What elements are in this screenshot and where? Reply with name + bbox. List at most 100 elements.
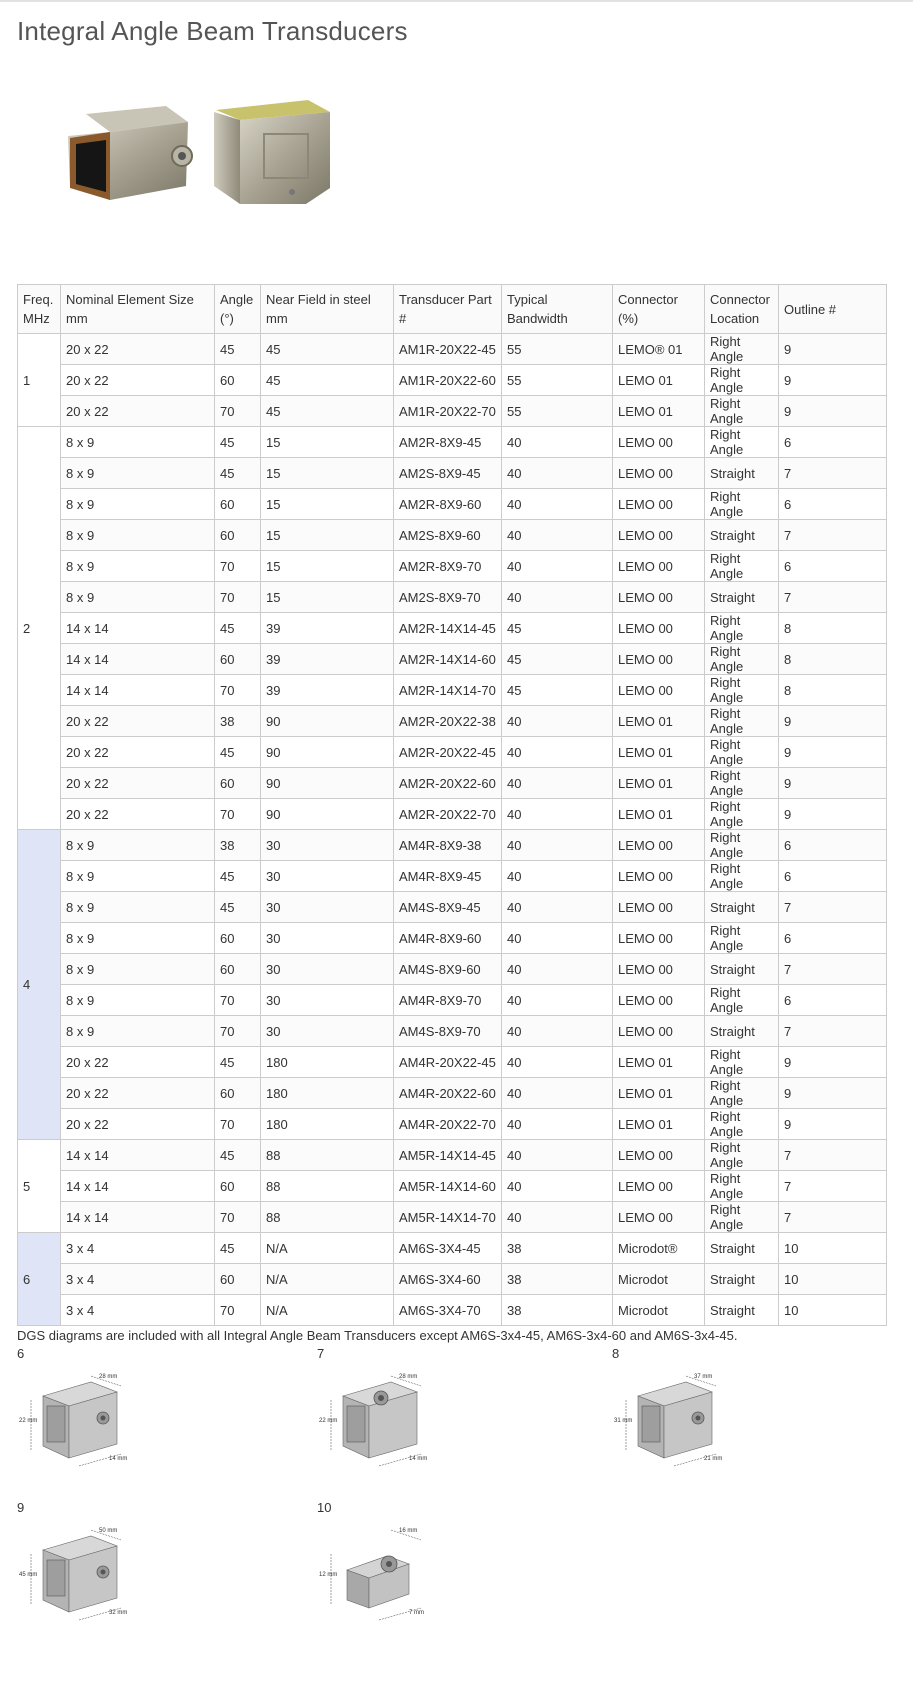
table-cell: LEMO 01 bbox=[612, 395, 705, 427]
table-cell: AM4R-8X9-60 bbox=[393, 922, 502, 954]
dimension-label: 21 mm bbox=[704, 1456, 723, 1462]
table-cell: LEMO 01 bbox=[612, 1046, 705, 1078]
table-cell: AM5R-14X14-60 bbox=[393, 1170, 502, 1202]
table-cell: 45 bbox=[501, 612, 613, 644]
dimension-label: 7 mm bbox=[409, 1610, 424, 1616]
table-cell: 30 bbox=[260, 891, 394, 923]
dimension-label: 22 mm bbox=[319, 1418, 338, 1424]
table-cell: 9 bbox=[778, 333, 887, 365]
table-cell: AM4R-8X9-38 bbox=[393, 829, 502, 861]
table-cell: 6 bbox=[778, 922, 887, 954]
table-cell: 7 bbox=[778, 1015, 887, 1047]
table-cell: 8 x 9 bbox=[60, 922, 215, 954]
table-cell: 20 x 22 bbox=[60, 736, 215, 768]
table-cell: 40 bbox=[501, 519, 613, 551]
table-cell: Right Angle bbox=[704, 922, 779, 954]
dimension-label: 14 mm bbox=[109, 1456, 128, 1462]
table-cell: 7 bbox=[778, 953, 887, 985]
table-cell: Right Angle bbox=[704, 333, 779, 365]
table-row: 8 x 9 60 15 AM2S-8X9-60 40 LEMO 00 Straight 7 bbox=[18, 519, 887, 551]
table-cell: 70 bbox=[214, 674, 261, 706]
transducer-spec-table: Freq. MHz Nominal Element Size mm Angle … bbox=[17, 284, 887, 1326]
table-cell: AM2R-8X9-60 bbox=[393, 488, 502, 520]
table-cell: Straight bbox=[704, 1232, 779, 1264]
table-cell: 60 bbox=[214, 1263, 261, 1295]
table-cell: 60 bbox=[214, 953, 261, 985]
table-cell: AM2S-8X9-60 bbox=[393, 519, 502, 551]
table-cell: LEMO 01 bbox=[612, 736, 705, 768]
table-cell: 9 bbox=[778, 1077, 887, 1109]
table-cell: 40 bbox=[501, 736, 613, 768]
table-cell: 20 x 22 bbox=[60, 364, 215, 396]
table-row: 14 x 14 45 39 AM2R-14X14-45 45 LEMO 00 Right A… bbox=[18, 612, 887, 644]
table-cell: 60 bbox=[214, 1170, 261, 1202]
table-cell: Right Angle bbox=[704, 1201, 779, 1233]
table-row: 5 14 x 14 45 88 AM5R-14X14-45 40 LEMO 00 Right … bbox=[17, 1139, 887, 1233]
table-row: 20 x 22 60 90 AM2R-20X22-60 40 LEMO 01 Right A… bbox=[18, 767, 887, 799]
table-cell: LEMO 00 bbox=[612, 953, 705, 985]
outline-label: 7 bbox=[317, 1346, 325, 1361]
table-cell: 70 bbox=[214, 581, 261, 613]
table-cell: AM2R-20X22-45 bbox=[393, 736, 502, 768]
table-cell: AM4R-8X9-45 bbox=[393, 860, 502, 892]
table-cell: 30 bbox=[260, 860, 394, 892]
table-cell: 60 bbox=[214, 1077, 261, 1109]
table-cell: 8 x 9 bbox=[60, 891, 215, 923]
table-cell: 6 bbox=[778, 984, 887, 1016]
table-row: 1 20 x 22 45 45 AM1R-20X22-45 55 LEMO® 01 Right… bbox=[17, 333, 887, 427]
table-cell: Microdot bbox=[612, 1294, 705, 1326]
table-cell: Right Angle bbox=[704, 395, 779, 427]
table-cell: Straight bbox=[704, 519, 779, 551]
outline-label: 8 bbox=[612, 1346, 620, 1361]
outline-label: 6 bbox=[17, 1346, 25, 1361]
header-connector: Connector (%) bbox=[612, 284, 705, 334]
dimension-label: 45 mm bbox=[19, 1572, 38, 1578]
table-cell: 88 bbox=[260, 1170, 394, 1202]
table-cell: AM2R-8X9-70 bbox=[393, 550, 502, 582]
table-cell: 8 x 9 bbox=[60, 953, 215, 985]
freq-cell: 2 bbox=[17, 426, 61, 830]
table-cell: 14 x 14 bbox=[60, 1139, 215, 1171]
table-cell: 90 bbox=[260, 736, 394, 768]
table-cell: 60 bbox=[214, 519, 261, 551]
table-cell: Right Angle bbox=[704, 1170, 779, 1202]
table-cell: Right Angle bbox=[704, 829, 779, 861]
table-cell: 45 bbox=[214, 426, 261, 458]
table-cell: 9 bbox=[778, 705, 887, 737]
table-cell: 8 x 9 bbox=[60, 550, 215, 582]
table-row: 8 x 9 45 30 AM4S-8X9-45 40 LEMO 00 Straight 7 bbox=[18, 891, 887, 923]
table-cell: AM2R-14X14-70 bbox=[393, 674, 502, 706]
table-cell: 40 bbox=[501, 798, 613, 830]
table-row: 20 x 22 60 180 AM4R-20X22-60 40 LEMO 01 Right … bbox=[18, 1077, 887, 1109]
table-row: 8 x 9 70 15 AM2S-8X9-70 40 LEMO 00 Straight 7 bbox=[18, 581, 887, 613]
table-cell: 7 bbox=[778, 1139, 887, 1171]
table-cell: 45 bbox=[501, 643, 613, 675]
table-cell: LEMO 01 bbox=[612, 767, 705, 799]
table-cell: 60 bbox=[214, 643, 261, 675]
table-cell: LEMO 00 bbox=[612, 1201, 705, 1233]
header-element-size: Nominal Element Size mm bbox=[60, 284, 215, 334]
table-row: 8 x 9 45 15 AM2S-8X9-45 40 LEMO 00 Straight 7 bbox=[18, 457, 887, 489]
table-cell: 8 x 9 bbox=[60, 426, 215, 458]
dimension-label: 32 mm bbox=[109, 1610, 128, 1616]
table-cell: AM6S-3X4-45 bbox=[393, 1232, 502, 1264]
table-row: 20 x 22 70 90 AM2R-20X22-70 40 LEMO 01 Right A… bbox=[18, 798, 887, 830]
table-cell: 8 x 9 bbox=[60, 519, 215, 551]
table-cell: Right Angle bbox=[704, 1108, 779, 1140]
table-cell: AM2S-8X9-70 bbox=[393, 581, 502, 613]
table-cell: AM4R-20X22-60 bbox=[393, 1077, 502, 1109]
table-cell: AM1R-20X22-45 bbox=[393, 333, 502, 365]
table-cell: 40 bbox=[501, 860, 613, 892]
table-cell: 60 bbox=[214, 922, 261, 954]
table-cell: 7 bbox=[778, 581, 887, 613]
table-cell: 3 x 4 bbox=[60, 1294, 215, 1326]
table-cell: 45 bbox=[214, 1046, 261, 1078]
table-cell: N/A bbox=[260, 1263, 394, 1295]
table-cell: 30 bbox=[260, 953, 394, 985]
table-cell: 6 bbox=[778, 550, 887, 582]
table-cell: 45 bbox=[214, 1232, 261, 1264]
table-cell: LEMO 00 bbox=[612, 922, 705, 954]
table-cell: LEMO 00 bbox=[612, 550, 705, 582]
table-cell: 45 bbox=[260, 364, 394, 396]
table-cell: 45 bbox=[501, 674, 613, 706]
